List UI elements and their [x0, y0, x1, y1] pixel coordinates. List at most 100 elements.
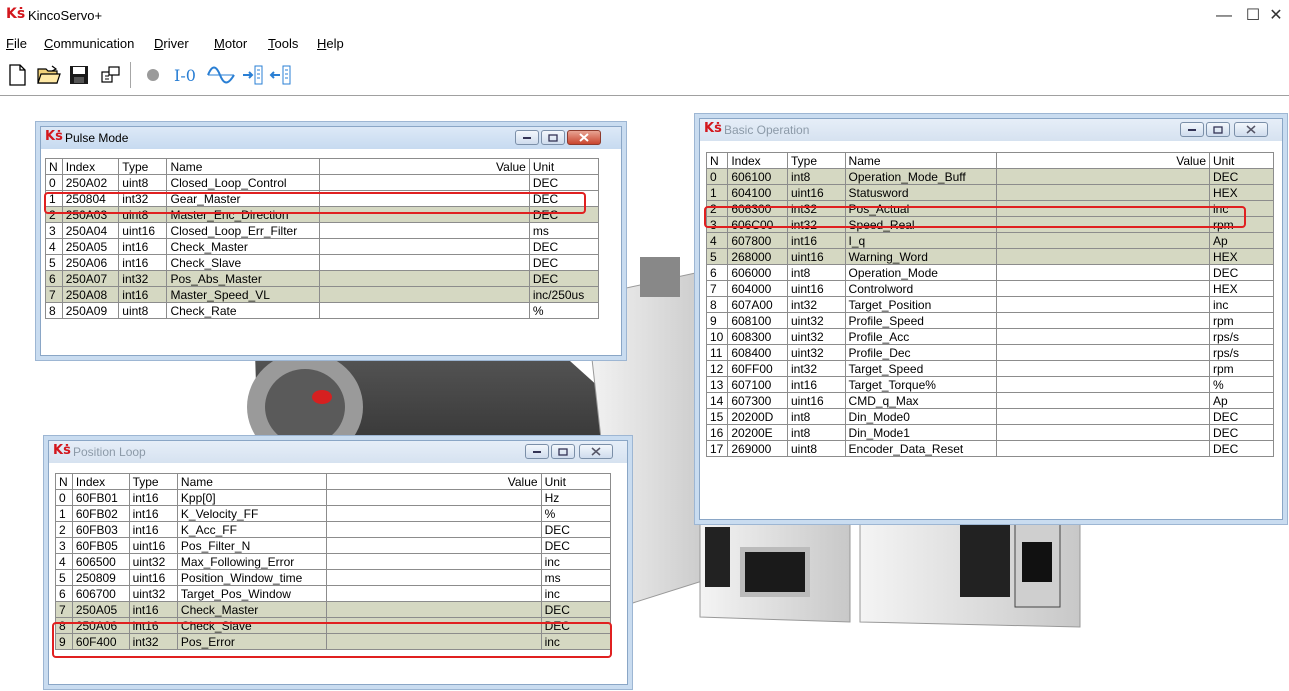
table-row[interactable]: 15 20200D int8 Din_Mode0 DEC — [705, 408, 1274, 425]
cell-value[interactable] — [319, 254, 530, 271]
table-row[interactable]: 6 606000 int8 Operation_Mode DEC — [705, 264, 1274, 281]
table-row[interactable]: 0 250A02 uint8 Closed_Loop_Control DEC — [45, 174, 600, 191]
column-header-unit[interactable]: Unit — [528, 158, 600, 175]
maximize-icon[interactable] — [1206, 122, 1230, 137]
cell-value[interactable] — [319, 238, 530, 255]
cell-value[interactable] — [326, 569, 542, 586]
table-row[interactable]: 3 250A04 uint16 Closed_Loop_Err_Filter ms — [45, 222, 600, 239]
table-row[interactable]: 7 604000 uint16 Controlword HEX — [705, 280, 1274, 297]
cell-value[interactable] — [319, 286, 530, 303]
table-row[interactable]: 5 250809 uint16 Position_Window_time ms — [55, 569, 612, 586]
column-header-n[interactable]: N — [55, 473, 73, 490]
cell-value[interactable] — [995, 184, 1211, 201]
table-row[interactable]: 13 607100 int16 Target_Torque%% — [705, 376, 1274, 393]
table-row[interactable]: 11 608400 uint32 Profile_Dec rps/s — [705, 344, 1274, 361]
basic-operation-window[interactable]: Kṡ Basic Operation N Index Type Name Val… — [699, 118, 1283, 520]
cell-value[interactable] — [995, 296, 1211, 313]
close-icon[interactable] — [579, 444, 613, 459]
column-header-unit[interactable]: Unit — [540, 473, 612, 490]
open-folder-icon[interactable] — [36, 62, 62, 88]
menu-communication[interactable]: Communication — [44, 36, 134, 51]
cell-value[interactable] — [995, 264, 1211, 281]
cell-value[interactable] — [319, 222, 530, 239]
column-header-type[interactable]: Type — [118, 158, 168, 175]
table-row[interactable]: 1 60FB02 int16 K_Velocity_FF% — [55, 505, 612, 522]
cell-value[interactable] — [995, 328, 1211, 345]
cell-value[interactable] — [995, 392, 1211, 409]
table-row[interactable]: 6 250A07 int32 Pos_Abs_Master DEC — [45, 270, 600, 287]
cell-value[interactable] — [326, 489, 542, 506]
table-row[interactable]: 4 250A05 int16 Check_Master DEC — [45, 238, 600, 255]
pulse-mode-titlebar[interactable]: Kṡ Pulse Mode — [41, 127, 621, 149]
import-icon[interactable] — [240, 62, 266, 88]
column-header-n[interactable]: N — [705, 152, 729, 169]
table-row[interactable]: 0 60FB01 int16 Kpp[0] Hz — [55, 489, 612, 506]
table-row[interactable]: 5 250A06 int16 Check_Slave DEC — [45, 254, 600, 271]
cell-value[interactable] — [995, 440, 1211, 457]
column-header-type[interactable]: Type — [786, 152, 846, 169]
save-icon[interactable] — [66, 62, 92, 88]
column-header-value[interactable]: Value — [995, 152, 1211, 169]
table-row[interactable]: 14 607300 uint16 CMD_q_Max Ap — [705, 392, 1274, 409]
column-header-unit[interactable]: Unit — [1209, 152, 1274, 169]
minimize-icon[interactable] — [515, 130, 539, 145]
cell-value[interactable] — [326, 521, 542, 538]
minimize-icon[interactable] — [1180, 122, 1204, 137]
cell-value[interactable] — [995, 344, 1211, 361]
cell-value[interactable] — [319, 302, 530, 319]
cell-value[interactable] — [326, 537, 542, 554]
table-row[interactable]: 16 20200E int8 Din_Mode1 DEC — [705, 424, 1274, 441]
table-row[interactable]: 8 250A09 uint8 Check_Rate% — [45, 302, 600, 319]
table-row[interactable]: 12 60FF00 int32 Target_Speed rpm — [705, 360, 1274, 377]
column-header-index[interactable]: Index — [61, 158, 120, 175]
table-row[interactable]: 4 606500 uint32 Max_Following_Error inc — [55, 553, 612, 570]
cell-value[interactable] — [995, 280, 1211, 297]
cell-value[interactable] — [995, 376, 1211, 393]
connect-icon[interactable] — [98, 62, 124, 88]
cell-value[interactable] — [995, 248, 1211, 265]
basic-operation-titlebar[interactable]: Kṡ Basic Operation — [700, 119, 1282, 141]
table-row[interactable]: 17 269000 uint8 Encoder_Data_Reset DEC — [705, 440, 1274, 457]
cell-value[interactable] — [995, 360, 1211, 377]
column-header-name[interactable]: Name — [844, 152, 997, 169]
menu-driver[interactable]: Driver — [154, 36, 189, 51]
position-loop-titlebar[interactable]: Kṡ Position Loop — [49, 441, 627, 463]
cell-value[interactable] — [995, 312, 1211, 329]
cell-value[interactable] — [995, 408, 1211, 425]
export-icon[interactable] — [268, 62, 294, 88]
cell-value[interactable] — [995, 168, 1211, 185]
menu-motor[interactable]: Motor — [214, 36, 247, 51]
table-row[interactable]: 1 604100 uint16 Statusword HEX — [705, 184, 1274, 201]
cell-value[interactable] — [326, 601, 542, 618]
cell-value[interactable] — [319, 270, 530, 287]
column-header-n[interactable]: N — [45, 158, 63, 175]
table-row[interactable]: 7 250A08 int16 Master_Speed_VL inc/250us — [45, 286, 600, 303]
table-row[interactable]: 7 250A05 int16 Check_Master DEC — [55, 601, 612, 618]
menu-file[interactable]: File — [6, 36, 27, 51]
column-header-name[interactable]: Name — [176, 473, 328, 490]
maximize-icon[interactable] — [541, 130, 565, 145]
table-row[interactable]: 0 606100 int8 Operation_Mode_Buff DEC — [705, 168, 1274, 185]
minimize-icon[interactable] — [525, 444, 549, 459]
table-row[interactable]: 6 606700 uint32 Target_Pos_Window inc — [55, 585, 612, 602]
menu-tools[interactable]: Tools — [268, 36, 298, 51]
menu-help[interactable]: Help — [317, 36, 344, 51]
cell-value[interactable] — [995, 232, 1211, 249]
cell-value[interactable] — [995, 424, 1211, 441]
table-row[interactable]: 3 60FB05 uint16 Pos_Filter_N DEC — [55, 537, 612, 554]
close-icon[interactable]: ✕ — [1266, 6, 1286, 26]
pulse-mode-window[interactable]: Kṡ Pulse Mode N Index Type Name Value Un… — [40, 126, 622, 356]
column-header-index[interactable]: Index — [71, 473, 130, 490]
column-header-type[interactable]: Type — [128, 473, 178, 490]
table-row[interactable]: 2 60FB03 int16 K_Acc_FF DEC — [55, 521, 612, 538]
column-header-name[interactable]: Name — [166, 158, 321, 175]
new-file-icon[interactable] — [4, 62, 30, 88]
table-row[interactable]: 5 268000 uint16 Warning_Word HEX — [705, 248, 1274, 265]
maximize-icon[interactable] — [551, 444, 575, 459]
close-icon[interactable] — [567, 130, 601, 145]
close-icon[interactable] — [1234, 122, 1268, 137]
column-header-value[interactable]: Value — [326, 473, 542, 490]
table-row[interactable]: 9 608100 uint32 Profile_Speed rpm — [705, 312, 1274, 329]
cell-value[interactable] — [326, 585, 542, 602]
cell-value[interactable] — [326, 553, 542, 570]
